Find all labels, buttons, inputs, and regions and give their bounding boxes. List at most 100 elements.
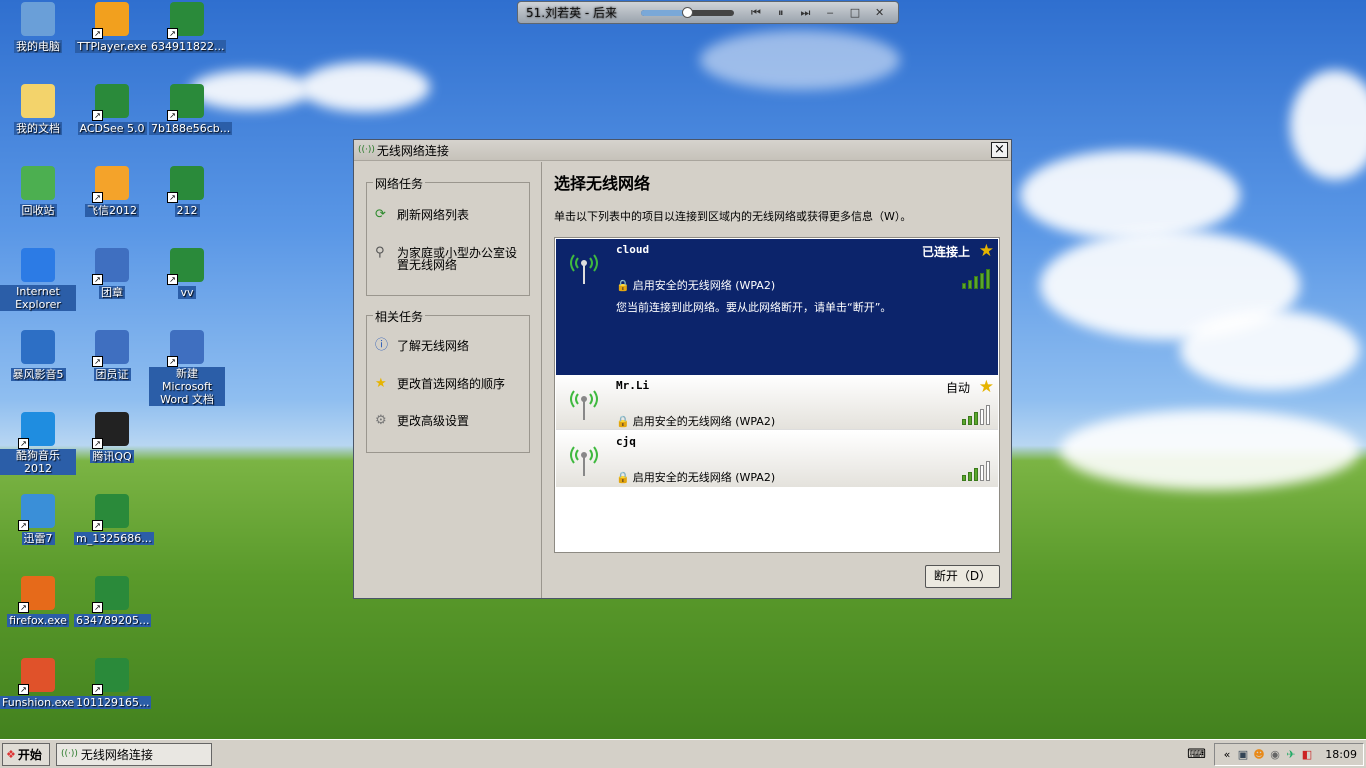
setup-network-icon: ⚲ xyxy=(375,245,385,260)
security-text: 启用安全的无线网络 (WPA2) xyxy=(632,279,776,292)
desktop-icon-label: 我的电脑 xyxy=(14,40,62,53)
desktop-icon[interactable]: ↗ ACDSee 5.0 xyxy=(74,82,150,135)
desktop-icon[interactable]: 我的电脑 xyxy=(0,0,76,53)
desktop-icon[interactable]: ↗ 212 xyxy=(149,164,225,217)
shortcut-arrow-icon: ↗ xyxy=(167,28,178,39)
task-label: 为家庭或小型办公室设置无线网络 xyxy=(397,246,518,272)
desktop-icon[interactable]: ↗ 团章 xyxy=(74,246,150,299)
fetion-icon: ↗ xyxy=(92,166,129,203)
signal-bar xyxy=(962,475,966,481)
desktop-icon[interactable]: ↗ 酷狗音乐 2012 xyxy=(0,410,76,475)
network-tasks-group: 网络任务 ⟳ 刷新网络列表 ⚲ 为家庭或小型办公室设置无线网络 xyxy=(366,175,530,296)
related-tasks-group: 相关任务 ⓘ 了解无线网络 ★ 更改首选网络的顺序 ⚙ 更改高级设置 xyxy=(366,308,530,453)
connection-status: 已连接上 xyxy=(921,245,970,259)
network-item-mrli[interactable]: Mr.Li 自动 ★ 🔒 启用安全的无线网络 (WPA2) xyxy=(556,375,998,430)
next-track-icon[interactable]: ⏭ xyxy=(795,6,816,20)
desktop-icon[interactable]: 我的文档 xyxy=(0,82,76,135)
desktop-icon-label: 634911822... xyxy=(149,40,227,53)
desktop-icon[interactable]: ↗ 634789205... xyxy=(74,574,152,627)
shortcut-arrow-icon: ↗ xyxy=(167,192,178,203)
desktop-icon-label: 7b188e56cb... xyxy=(149,122,233,135)
previous-track-icon[interactable]: ⏮ xyxy=(746,6,767,20)
media-player-bar: 51.刘若英 - 后来 ⏮ ⏸ ⏭ ‒ □ ✕ xyxy=(517,1,899,24)
shortcut-arrow-icon: ↗ xyxy=(167,110,178,121)
network-name: Mr.Li xyxy=(616,379,650,392)
signal-strength-icon xyxy=(962,405,992,425)
desktop-icon[interactable]: ↗ 团员证 xyxy=(74,328,150,381)
taskbar: ❖ 开始 ((·)) 无线网络连接 ⌨ « ▣ ☻ ◉ ✈ ◧ 18:09 xyxy=(0,739,1366,768)
image-file-icon: ↗ xyxy=(92,576,129,613)
network-detail: 您当前连接到此网络。要从此网络断开，请单击“断开”。 xyxy=(616,301,892,314)
learn-wireless-link[interactable]: ⓘ 了解无线网络 xyxy=(375,339,469,352)
desktop-icon[interactable]: ↗ TTPlayer.exe xyxy=(74,0,150,53)
start-button[interactable]: ❖ 开始 xyxy=(2,742,50,766)
shortcut-arrow-icon: ↗ xyxy=(92,28,103,39)
desktop-icon[interactable]: ↗ 7b188e56cb... xyxy=(149,82,233,135)
show-hidden-icons-icon[interactable]: « xyxy=(1219,748,1235,761)
refresh-icon: ⟳ xyxy=(375,207,386,222)
messenger-tray-icon[interactable]: ☻ xyxy=(1251,748,1267,761)
desktop-icon[interactable]: ↗ 101129165... xyxy=(74,656,152,709)
signal-bar xyxy=(980,408,984,425)
desktop-icon[interactable]: 回收站 xyxy=(0,164,76,217)
signal-bar xyxy=(968,415,972,425)
desktop-icon[interactable]: ↗ m_1325686... xyxy=(74,492,154,545)
desktop-icon[interactable]: ↗ 腾讯QQ xyxy=(74,410,150,463)
desktop-icon-label: 新建 Microsoft Word 文档 xyxy=(149,367,225,406)
dialog-title: 无线网络连接 xyxy=(376,143,449,158)
desktop-icon-label: firefox.exe xyxy=(7,614,69,627)
desktop-icon[interactable]: ↗ firefox.exe xyxy=(0,574,76,627)
security-label: 🔒 启用安全的无线网络 (WPA2) xyxy=(616,413,775,429)
start-label: 开始 xyxy=(17,747,42,762)
setup-network-link[interactable]: ⚲ 为家庭或小型办公室设置无线网络 xyxy=(375,245,525,272)
chat-tray-icon[interactable]: ◉ xyxy=(1267,748,1283,761)
network-tasks-title: 网络任务 xyxy=(373,175,426,192)
task-label: 更改高级设置 xyxy=(397,414,470,428)
desktop-icon[interactable]: ↗ 迅雷7 xyxy=(0,492,76,545)
restore-icon[interactable]: □ xyxy=(845,6,866,19)
lock-icon: 🔒 xyxy=(616,279,630,292)
network-item-cjq[interactable]: cjq 🔒 启用安全的无线网络 (WPA2) xyxy=(556,431,998,487)
dialog-close-button[interactable]: × xyxy=(991,142,1008,158)
lock-icon: 🔒 xyxy=(616,471,630,484)
pause-icon[interactable]: ⏸ xyxy=(770,6,791,20)
network-item-cloud[interactable]: cloud 已连接上 ★ 🔒 启用安全的无线网络 (WPA2) 您当前连接到此网络… xyxy=(556,239,998,375)
app-tray-icon[interactable]: ◧ xyxy=(1299,748,1315,761)
signal-bar xyxy=(962,283,966,289)
keyboard-icon[interactable]: ⌨ xyxy=(1187,747,1206,762)
desktop-icon[interactable]: ↗ 飞信2012 xyxy=(74,164,150,217)
signal-bar xyxy=(974,412,978,425)
advanced-settings-link[interactable]: ⚙ 更改高级设置 xyxy=(375,414,470,428)
qq-icon: ↗ xyxy=(92,412,129,449)
signal-bar xyxy=(974,276,978,289)
network-tray-icon[interactable]: ▣ xyxy=(1235,748,1251,761)
player-seek-knob[interactable] xyxy=(682,6,694,18)
refresh-network-list-link[interactable]: ⟳ 刷新网络列表 xyxy=(375,207,469,222)
desktop-icon[interactable]: 暴风影音5 xyxy=(0,328,76,381)
desktop-icon-label: 团章 xyxy=(99,286,125,299)
desktop-icon[interactable]: ↗ 634911822... xyxy=(149,0,227,53)
shortcut-arrow-icon: ↗ xyxy=(18,684,29,695)
network-list[interactable]: cloud 已连接上 ★ 🔒 启用安全的无线网络 (WPA2) 您当前连接到此网络… xyxy=(554,237,1000,553)
signal-strength-icon xyxy=(962,269,992,289)
desktop-icon[interactable]: ↗ vv xyxy=(149,246,225,299)
wireless-tray-icon[interactable]: ✈ xyxy=(1283,748,1299,761)
wireless-connection-dialog: ((·)) 无线网络连接 × 网络任务 ⟳ 刷新网络列表 ⚲ 为家庭或小型办公室… xyxy=(353,139,1012,599)
taskbar-window-wireless[interactable]: ((·)) 无线网络连接 xyxy=(56,742,212,766)
wireless-icon: ((·)) xyxy=(61,749,78,759)
network-name: cloud xyxy=(616,243,650,256)
security-label: 🔒 启用安全的无线网络 (WPA2) xyxy=(616,469,775,485)
close-icon[interactable]: ✕ xyxy=(869,6,890,19)
security-text: 启用安全的无线网络 (WPA2) xyxy=(632,471,776,484)
player-seek-slider[interactable] xyxy=(641,6,734,18)
disconnect-button[interactable]: 断开（D） xyxy=(925,565,1000,588)
network-pane: 选择无线网络 单击以下列表中的项目以连接到区域内的无线网络或获得更多信息（W）。… xyxy=(543,162,1011,598)
minimize-icon[interactable]: ‒ xyxy=(820,6,841,19)
desktop-icon[interactable]: Internet Explorer xyxy=(0,246,76,311)
security-label: 🔒 启用安全的无线网络 (WPA2) xyxy=(616,277,775,293)
signal-bar xyxy=(974,468,978,481)
change-preferred-order-link[interactable]: ★ 更改首选网络的顺序 xyxy=(375,377,505,390)
desktop-icon[interactable]: ↗ Funshion.exe xyxy=(0,656,77,709)
desktop-icon[interactable]: ↗ 新建 Microsoft Word 文档 xyxy=(149,328,225,406)
shortcut-arrow-icon: ↗ xyxy=(92,684,103,695)
